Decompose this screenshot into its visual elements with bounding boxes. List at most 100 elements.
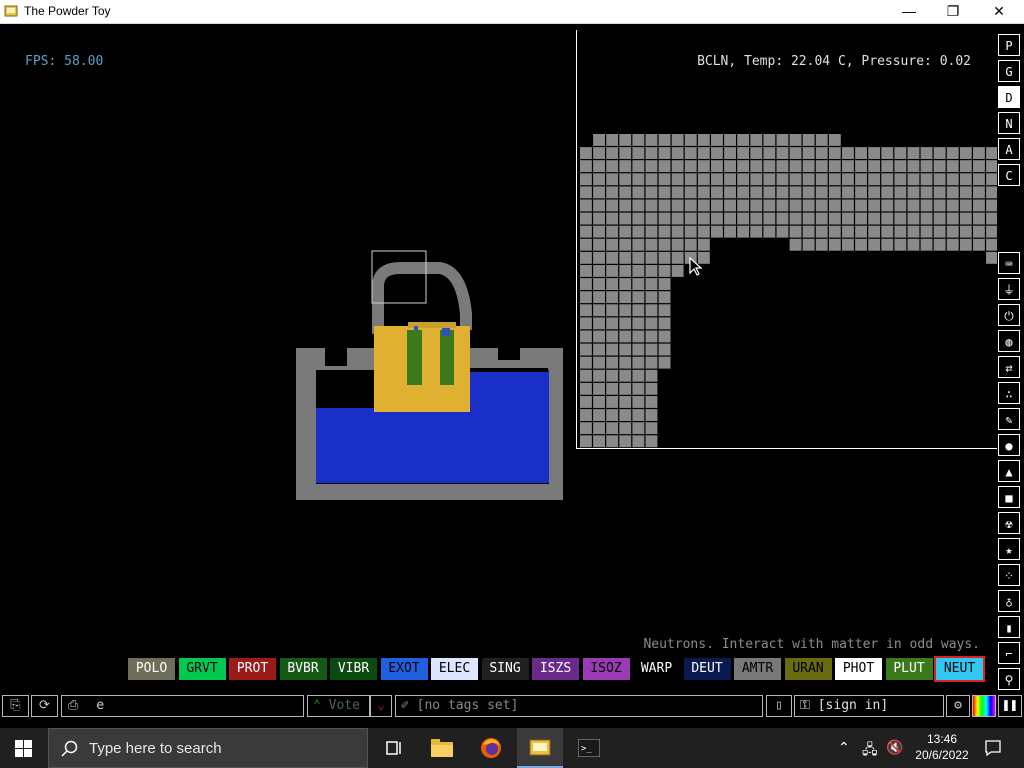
zoom-cell — [894, 238, 907, 251]
zoom-cell — [658, 278, 671, 290]
element-bvbr[interactable]: BVBR — [279, 658, 327, 680]
zoom-cell — [580, 291, 592, 304]
element-grvt[interactable]: GRVT — [178, 658, 226, 680]
menu-button-n[interactable]: N — [998, 112, 1020, 134]
element-amtr[interactable]: AMTR — [734, 658, 781, 680]
zoom-cell — [776, 160, 789, 173]
terminal-icon[interactable]: >_ — [566, 728, 612, 768]
zoom-cell — [973, 212, 985, 225]
radiation-icon[interactable]: ☢ — [998, 512, 1020, 534]
element-isoz[interactable]: ISOZ — [582, 658, 630, 680]
windows-start-icon[interactable] — [15, 740, 32, 757]
settings-icon[interactable]: ⚙ — [946, 695, 970, 717]
element-deut[interactable]: DEUT — [683, 658, 731, 680]
pause-icon[interactable]: ❚❚ — [998, 695, 1022, 717]
zoom-cell — [959, 238, 972, 251]
square-icon[interactable]: ■ — [998, 486, 1020, 508]
zoom-cell — [580, 147, 592, 159]
zoom-cell — [684, 160, 697, 173]
network-icon[interactable]: 🖧 — [862, 739, 878, 763]
flask-icon[interactable]: ▲ — [998, 460, 1020, 482]
minimize-button[interactable]: — — [886, 0, 932, 23]
element-elec[interactable]: ELEC — [431, 658, 478, 680]
display-mode-icon[interactable] — [972, 695, 996, 717]
simulation-canvas[interactable]: FPS: 58.00 BCLN, Temp: 22.04 C, Pressure… — [0, 24, 1024, 694]
element-vibr[interactable]: VIBR — [330, 658, 377, 680]
zoom-cell — [658, 134, 671, 146]
reload-icon[interactable]: ⟳ — [31, 695, 58, 717]
window-title: The Powder Toy — [24, 4, 111, 18]
zoom-cell — [619, 251, 632, 264]
file-explorer-icon[interactable] — [419, 728, 465, 768]
power-icon[interactable]: ⏻ — [998, 304, 1020, 326]
element-exot[interactable]: EXOT — [380, 658, 428, 680]
gas-icon[interactable]: ◍ — [998, 330, 1020, 352]
zoom-cell — [815, 134, 828, 146]
menu-button-p[interactable]: P — [998, 34, 1020, 56]
taskbar-search[interactable]: Type here to search — [48, 728, 368, 768]
zoom-cell — [684, 238, 697, 251]
element-plut[interactable]: PLUT — [885, 658, 933, 680]
chevron-up-icon[interactable]: ⌃ — [838, 739, 850, 756]
element-sing[interactable]: SING — [481, 658, 529, 680]
drop-icon[interactable]: ● — [998, 434, 1020, 456]
plug-icon[interactable]: ⏚ — [998, 278, 1020, 300]
zoom-cell — [671, 199, 684, 212]
powder-toy-taskbar-icon[interactable] — [517, 728, 563, 768]
element-neut[interactable]: NEUT — [934, 656, 985, 682]
menu-button-c[interactable]: C — [998, 164, 1020, 186]
sign-in-button[interactable]: ⚿ [sign in] — [794, 695, 944, 717]
menu-button-g[interactable]: G — [998, 60, 1020, 82]
zoom-cell — [606, 147, 619, 159]
zoom-cell — [658, 160, 671, 173]
zoom-cell — [881, 186, 894, 199]
taskbar-clock[interactable]: 13:46 20/6/2022 — [912, 731, 972, 763]
mouse-cursor-icon — [689, 257, 703, 276]
volume-muted-icon[interactable]: 🔇 — [886, 739, 903, 756]
new-simulation-icon[interactable]: ▯ — [766, 695, 792, 717]
close-button[interactable]: ✕ — [976, 0, 1022, 23]
zoom-cell — [842, 238, 854, 251]
zoom-cell — [645, 356, 658, 369]
bookmark-icon[interactable]: ▮ — [998, 616, 1020, 638]
maximize-button[interactable]: ❐ — [930, 0, 976, 23]
zoom-cell — [868, 160, 881, 173]
zoom-cell — [593, 225, 605, 238]
element-prot[interactable]: PROT — [229, 658, 276, 680]
spray-icon[interactable]: ∴ — [998, 382, 1020, 404]
zoom-cell — [973, 147, 985, 159]
star-icon[interactable]: ★ — [998, 538, 1020, 560]
element-uran[interactable]: URAN — [784, 658, 832, 680]
element-warp[interactable]: WARP — [633, 658, 680, 680]
element-iszs[interactable]: ISZS — [532, 658, 579, 680]
firefox-icon[interactable] — [468, 728, 514, 768]
brush-icon[interactable]: ⌐ — [998, 642, 1020, 664]
zoom-cell — [802, 173, 815, 186]
element-polo[interactable]: POLO — [128, 658, 175, 680]
bulb-icon[interactable]: ♁ — [998, 590, 1020, 612]
element-phot[interactable]: PHOT — [835, 658, 882, 680]
zoom-cell — [802, 147, 815, 159]
menu-button-d[interactable]: D — [998, 86, 1020, 108]
notification-icon[interactable] — [984, 739, 1002, 757]
zoom-cell — [920, 225, 933, 238]
downvote-icon[interactable]: ⌄ — [370, 695, 392, 717]
zoom-cell — [632, 422, 645, 435]
save-name-field[interactable]: ⎙ e — [61, 695, 304, 717]
menu-button-a[interactable]: A — [998, 138, 1020, 160]
magnifier-icon[interactable]: ⚲ — [998, 668, 1020, 690]
zoom-cell — [645, 199, 658, 212]
pen-icon[interactable]: ✎ — [998, 408, 1020, 430]
zoom-cell — [933, 160, 946, 173]
open-save-icon[interactable]: ⎘ — [2, 695, 29, 717]
tags-field[interactable]: ✐ [no tags set] — [395, 695, 763, 717]
zoom-cell — [645, 317, 658, 330]
dots-icon[interactable]: ⁘ — [998, 564, 1020, 586]
vote-up-button[interactable]: ⌃ Vote — [307, 695, 370, 717]
task-view-icon[interactable] — [370, 728, 416, 768]
keyboard-icon[interactable]: ⌨ — [998, 252, 1020, 274]
zoom-cell — [645, 134, 658, 146]
arrows-icon[interactable]: ⇄ — [998, 356, 1020, 378]
zoom-cell — [815, 147, 828, 159]
zoom-cell — [606, 317, 619, 330]
